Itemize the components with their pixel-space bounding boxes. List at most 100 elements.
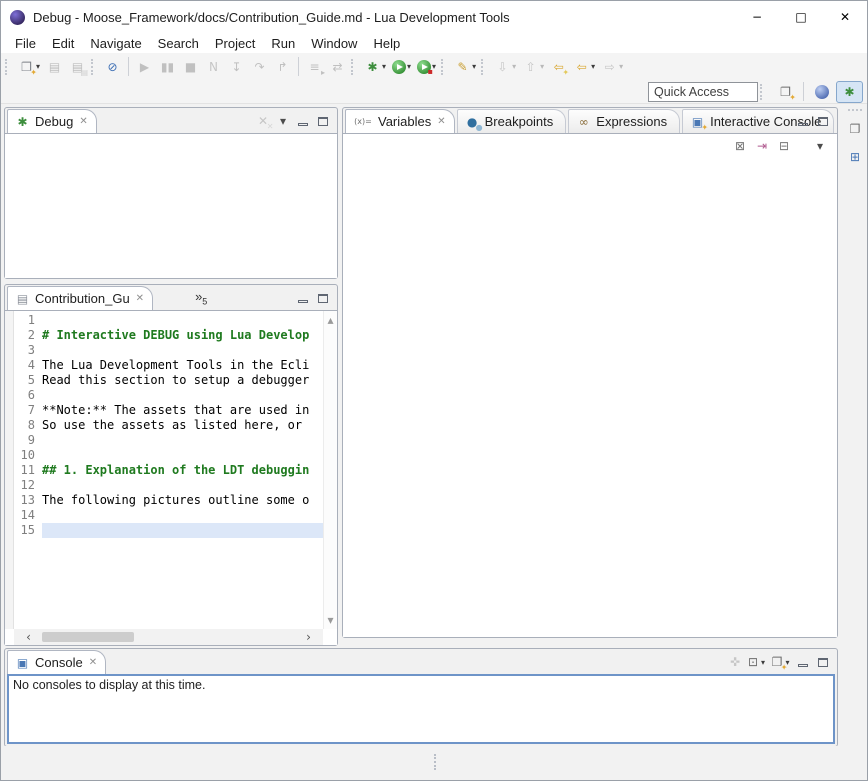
window-close-button[interactable]: ✕ <box>823 1 867 33</box>
next-annotation-button[interactable]: ⇩▾ <box>491 56 519 78</box>
tab-breakpoints[interactable]: ●●Breakpoints <box>457 109 567 133</box>
scroll-down-icon[interactable]: ▾ <box>322 612 339 628</box>
code-line-11[interactable]: 11## 1. Explanation of the LDT debuggin <box>14 463 323 478</box>
scroll-right-icon[interactable]: › <box>300 629 317 645</box>
marker-button[interactable]: ✎▾ <box>451 56 479 78</box>
tab-close-icon[interactable]: ✕ <box>437 116 445 127</box>
menu-window[interactable]: Window <box>303 35 365 52</box>
code-line-7[interactable]: 7**Note:** The assets that are used in <box>14 403 323 418</box>
menu-navigate[interactable]: Navigate <box>82 35 149 52</box>
code-area[interactable]: 12# Interactive DEBUG using Lua Develop3… <box>14 311 323 629</box>
debug-dropdown-icon[interactable]: ▾ <box>382 62 386 71</box>
display-selected-console-button[interactable]: ⊡▾ <box>745 653 765 671</box>
collapse-all-button[interactable]: ⊟ <box>773 137 795 155</box>
code-line-15[interactable]: 15 <box>14 523 323 538</box>
tab-close-icon[interactable]: ✕ <box>136 293 144 304</box>
tab-close-icon[interactable]: ✕ <box>79 116 87 127</box>
toolbar-grip[interactable] <box>481 59 487 75</box>
disconnect-button[interactable]: N <box>202 56 225 78</box>
maximize-view-button[interactable] <box>313 112 333 130</box>
save-button[interactable]: ▤ <box>43 56 66 78</box>
tab-editor-contribution-guide[interactable]: ▤ Contribution_Gu ✕ <box>7 286 153 310</box>
run-dropdown-icon[interactable]: ▾ <box>407 62 411 71</box>
quick-access-input[interactable] <box>648 82 758 102</box>
toolbar-grip[interactable] <box>441 59 447 75</box>
scroll-up-icon[interactable]: ▴ <box>322 312 339 328</box>
pin-console-button[interactable]: ✜ <box>725 653 745 671</box>
perspective-button-debug[interactable]: ✱ <box>836 81 863 103</box>
toolbar-grip[interactable] <box>5 59 11 75</box>
resume-button[interactable]: ▶ <box>133 56 156 78</box>
menu-project[interactable]: Project <box>207 35 263 52</box>
save-all-button[interactable]: ▤▤ <box>66 56 89 78</box>
maximize-view-button[interactable] <box>313 289 333 307</box>
tab-expressions[interactable]: ∞Expressions <box>568 109 680 133</box>
menu-help[interactable]: Help <box>365 35 408 52</box>
drop-to-frame-button[interactable]: ≡▸ <box>303 56 326 78</box>
step-return-button[interactable]: ↱ <box>271 56 294 78</box>
back-button[interactable]: ⇦▾ <box>570 56 598 78</box>
outline-view-button[interactable]: ⊞ <box>845 148 865 166</box>
step-over-button[interactable]: ↷ <box>248 56 271 78</box>
code-line-10[interactable]: 10 <box>14 448 323 463</box>
view-menu-button[interactable]: ▾ <box>273 112 293 130</box>
toolbar-grip[interactable] <box>91 59 97 75</box>
trim-grip[interactable] <box>848 109 862 114</box>
code-line-2[interactable]: 2# Interactive DEBUG using Lua Develop <box>14 328 323 343</box>
menu-search[interactable]: Search <box>150 35 207 52</box>
scroll-left-icon[interactable]: ‹ <box>20 629 37 645</box>
tab-variables[interactable]: (x)=Variables✕ <box>345 109 455 133</box>
code-line-12[interactable]: 12 <box>14 478 323 493</box>
minimize-view-button[interactable] <box>293 112 313 130</box>
window-maximize-button[interactable]: □ <box>779 1 823 33</box>
tab-debug[interactable]: ✱ Debug ✕ <box>7 109 97 133</box>
show-logical-structures-button[interactable]: ⇥ <box>751 137 773 155</box>
back-dropdown-icon[interactable]: ▾ <box>591 62 595 71</box>
use-step-filters-button[interactable]: ⇄ <box>326 56 349 78</box>
terminate-button[interactable]: ■ <box>179 56 202 78</box>
editor-vertical-scrollbar[interactable]: ▴ ▾ <box>323 311 337 629</box>
previous-annotation-dropdown-icon[interactable]: ▾ <box>540 62 544 71</box>
run-button[interactable]: ▾ <box>389 56 414 78</box>
toolbar-grip[interactable] <box>351 59 357 75</box>
maximize-view-button[interactable] <box>813 653 833 671</box>
code-line-6[interactable]: 6 <box>14 388 323 403</box>
step-into-button[interactable]: ↧ <box>225 56 248 78</box>
perspective-button-ldt[interactable] <box>810 81 834 103</box>
editor-horizontal-scrollbar[interactable]: ‹ › <box>14 629 323 645</box>
new-wizard-button[interactable]: ❐✦▾ <box>15 56 43 78</box>
code-line-5[interactable]: 5Read this section to setup a debugger <box>14 373 323 388</box>
external-tools-button[interactable]: ▪▾ <box>414 56 439 78</box>
previous-annotation-button[interactable]: ⇧▾ <box>519 56 547 78</box>
show-type-names-button[interactable]: ⊠ <box>729 137 751 155</box>
marker-dropdown-icon[interactable]: ▾ <box>472 62 476 71</box>
open-console-button[interactable]: ❐✦▾ <box>765 653 793 671</box>
code-line-8[interactable]: 8So use the assets as listed here, or <box>14 418 323 433</box>
window-minimize-button[interactable]: − <box>735 1 779 33</box>
horizontal-scroll-thumb[interactable] <box>42 632 134 642</box>
maximize-view-button[interactable] <box>813 112 833 130</box>
skip-all-breakpoints-button[interactable]: ⊘ <box>101 56 124 78</box>
suspend-button[interactable]: ▮▮ <box>156 56 179 78</box>
forward-button[interactable]: ⇨▾ <box>598 56 626 78</box>
status-bar-grip[interactable] <box>434 754 438 770</box>
menu-edit[interactable]: Edit <box>44 35 82 52</box>
code-line-14[interactable]: 14 <box>14 508 323 523</box>
remove-terminated-button[interactable]: ✕✕ <box>253 112 273 130</box>
open-perspective-button[interactable]: ❐✦ <box>772 81 799 103</box>
code-line-13[interactable]: 13The following pictures outline some o <box>14 493 323 508</box>
toolbar-grip[interactable] <box>760 84 766 100</box>
next-annotation-dropdown-icon[interactable]: ▾ <box>512 62 516 71</box>
menu-run[interactable]: Run <box>263 35 303 52</box>
minimize-view-button[interactable] <box>293 289 313 307</box>
forward-dropdown-icon[interactable]: ▾ <box>619 62 623 71</box>
code-line-9[interactable]: 9 <box>14 433 323 448</box>
more-editors-chevron[interactable]: »5 <box>195 289 207 307</box>
tab-close-icon[interactable]: ✕ <box>89 657 97 668</box>
code-line-4[interactable]: 4The Lua Development Tools in the Ecli <box>14 358 323 373</box>
menu-file[interactable]: File <box>7 35 44 52</box>
minimize-view-button[interactable] <box>793 653 813 671</box>
code-line-1[interactable]: 1 <box>14 313 323 328</box>
last-edit-location-button[interactable]: ⇦✦ <box>547 56 570 78</box>
code-line-3[interactable]: 3 <box>14 343 323 358</box>
